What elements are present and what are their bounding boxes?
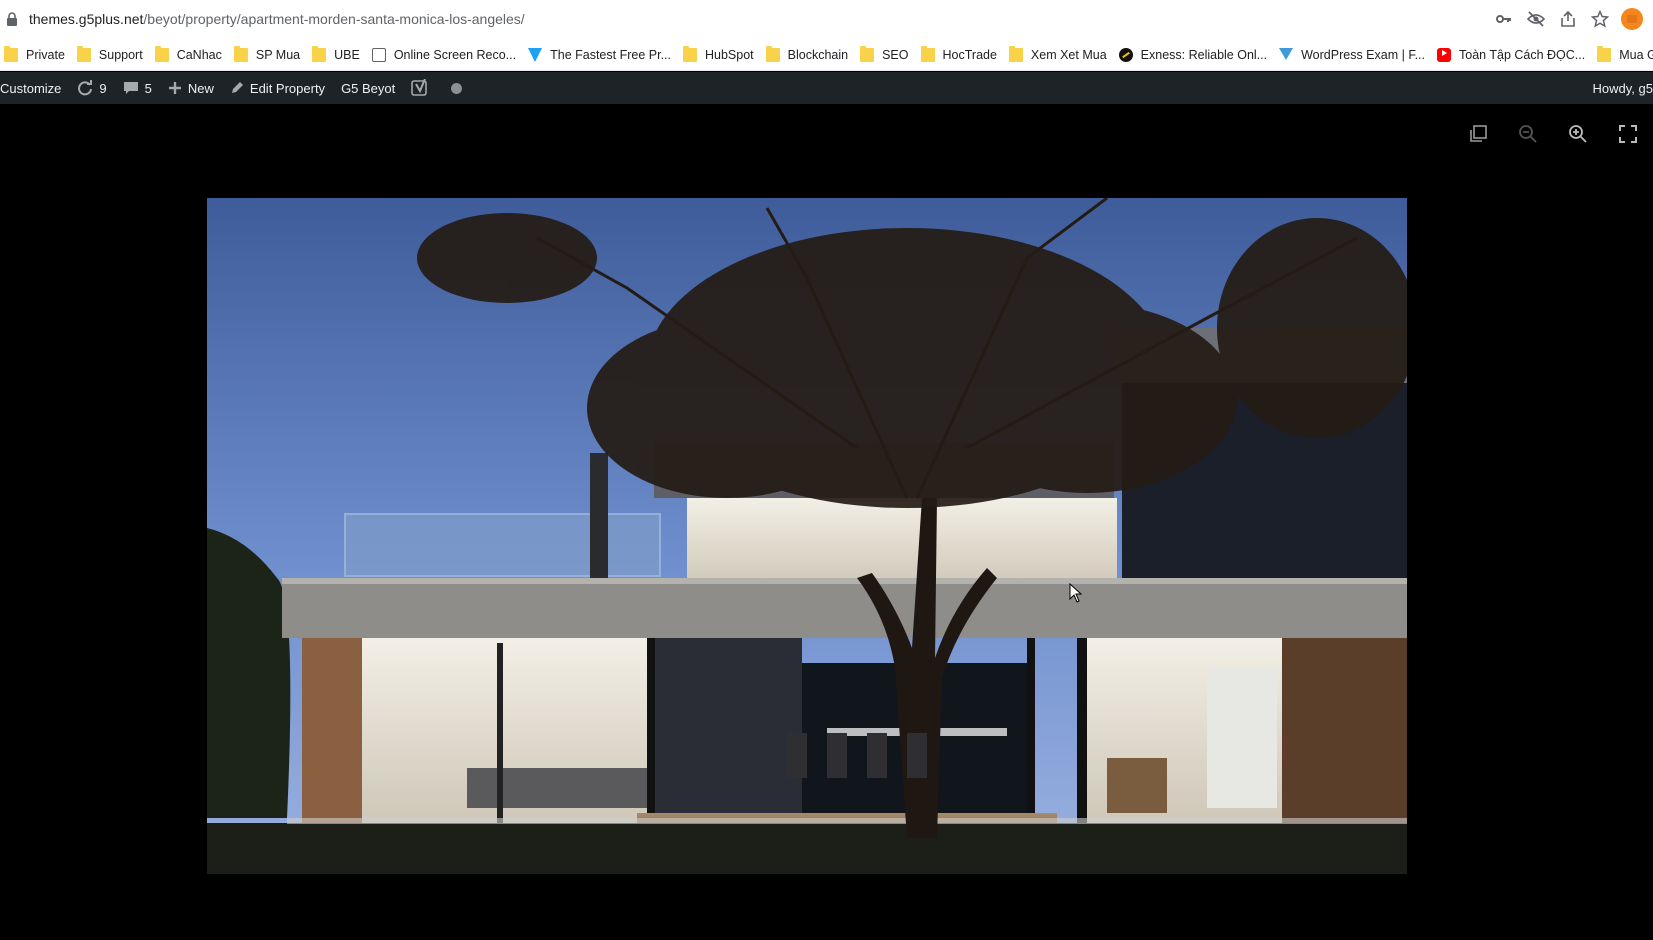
address-bar[interactable]: themes.g5plus.net/beyot/property/apartme…	[0, 0, 1653, 40]
bookmark-item[interactable]: Online Screen Reco...	[368, 42, 524, 68]
bookmark-item[interactable]: Toàn Tập Cách ĐỌC...	[1433, 42, 1593, 68]
bookmarks-bar: Private Support CaNhac SP Mua UBE Online Scre…	[0, 40, 1653, 71]
bookmark-item[interactable]: Blockchain	[762, 42, 856, 68]
yoast-icon	[411, 79, 428, 96]
edit-property-label: Edit Property	[249, 80, 326, 96]
pencil-icon	[231, 82, 243, 93]
metamask-fox-icon[interactable]	[1619, 6, 1645, 32]
lock-icon[interactable]	[6, 12, 18, 26]
folder-icon	[920, 46, 935, 62]
bookmark-label: Toàn Tập Cách ĐỌC...	[1459, 48, 1586, 62]
bookmark-label: HubSpot	[704, 48, 754, 62]
monitor-icon	[371, 48, 386, 62]
updates-count: 9	[99, 80, 107, 96]
mouse-cursor-icon	[1069, 583, 1083, 603]
property-photo[interactable]	[207, 198, 1407, 874]
folder-icon	[1597, 46, 1612, 62]
updates-link[interactable]: 9	[69, 72, 114, 104]
bookmark-label: The Fastest Free Pr...	[550, 48, 671, 62]
site-name-link[interactable]: G5 Beyot	[333, 72, 403, 104]
bookmark-item[interactable]: SEO	[856, 42, 916, 68]
bookmark-label: Exness: Reliable Onl...	[1140, 48, 1268, 62]
zoom-out-icon	[1519, 125, 1537, 143]
bookmark-item[interactable]: HubSpot	[679, 42, 762, 68]
folder-icon	[312, 46, 327, 62]
bookmark-label: UBE	[334, 48, 360, 62]
folder-icon	[76, 46, 91, 62]
folder-icon	[860, 46, 875, 62]
url-path: /beyot/property/apartment-morden-santa-m…	[143, 11, 525, 27]
zoom-in-button[interactable]	[1553, 112, 1603, 156]
share-icon[interactable]	[1555, 6, 1581, 32]
bookmark-label: Mua G	[1619, 48, 1653, 62]
site-name-label: G5 Beyot	[341, 80, 396, 96]
bookmark-label: Online Screen Reco...	[393, 48, 517, 62]
howdy-label: Howdy, g5	[1592, 80, 1653, 96]
bookmark-item[interactable]: Mua G	[1593, 42, 1653, 68]
bookmark-label: SEO	[882, 48, 909, 62]
zoom-out-button[interactable]	[1503, 112, 1553, 156]
url-text[interactable]: themes.g5plus.net/beyot/property/apartme…	[29, 11, 525, 27]
bookmark-label: Blockchain	[787, 48, 849, 62]
copy-button[interactable]	[1453, 112, 1503, 156]
copy-icon	[1470, 125, 1487, 142]
fullscreen-icon	[1619, 125, 1637, 143]
folder-icon	[682, 46, 697, 62]
bookmark-label: SP Mua	[255, 48, 301, 62]
bookmark-item[interactable]: HocTrade	[917, 42, 1005, 68]
key-icon[interactable]	[1491, 6, 1517, 32]
customize-label: Customize	[0, 80, 62, 96]
eye-off-icon[interactable]	[1523, 6, 1549, 32]
comment-icon	[123, 82, 138, 94]
customize-link[interactable]: Customize	[0, 72, 69, 104]
fullscreen-button[interactable]	[1603, 112, 1653, 156]
folder-icon	[1008, 46, 1023, 62]
account-menu[interactable]: Howdy, g5	[1593, 72, 1653, 104]
yt-icon	[1437, 48, 1451, 62]
seo-status-dot[interactable]	[443, 72, 470, 104]
bookmark-label: Support	[98, 48, 143, 62]
new-content-link[interactable]: New	[160, 72, 222, 104]
bookmark-label: WordPress Exam | F...	[1301, 48, 1425, 62]
plus-icon	[168, 82, 181, 94]
bookmark-item[interactable]: Exness: Reliable Onl...	[1115, 42, 1275, 68]
bookmark-item[interactable]: WordPress Exam | F...	[1275, 42, 1433, 68]
bookmark-item[interactable]: The Fastest Free Pr...	[524, 42, 679, 68]
house-illustration	[207, 198, 1407, 874]
bookmark-label: HocTrade	[942, 48, 997, 62]
bookmark-item[interactable]: SP Mua	[230, 42, 308, 68]
updates-icon	[78, 80, 93, 96]
folder-icon	[765, 46, 780, 62]
wp-admin-bar: Customize 9 5 New Edit Property G5 Beyot…	[0, 72, 1653, 104]
zoom-in-icon	[1569, 125, 1587, 143]
exness-icon	[1118, 48, 1133, 62]
bookmark-label: Xem Xet Mua	[1030, 48, 1107, 62]
vtri-icon	[528, 48, 543, 62]
bookmark-label: CaNhac	[176, 48, 222, 62]
bookmark-item[interactable]: Private	[0, 42, 73, 68]
status-dot	[451, 82, 463, 94]
folder-icon	[4, 46, 18, 62]
edit-property-link[interactable]: Edit Property	[222, 72, 333, 104]
bookmark-item[interactable]: Xem Xet Mua	[1005, 42, 1115, 68]
image-lightbox	[0, 104, 1653, 940]
bookmark-item[interactable]: Support	[73, 42, 151, 68]
yoast-seo-menu[interactable]	[403, 72, 443, 104]
bookmark-item[interactable]: UBE	[308, 42, 368, 68]
comments-link[interactable]: 5	[115, 72, 160, 104]
url-host: themes.g5plus.net	[29, 11, 144, 27]
bookmark-item[interactable]: CaNhac	[151, 42, 230, 68]
bookmark-label: Private	[26, 48, 65, 62]
new-label: New	[187, 80, 214, 96]
folder-icon	[233, 46, 248, 62]
folder-icon	[154, 46, 169, 62]
wp-icon	[1279, 48, 1294, 62]
comments-count: 5	[144, 80, 152, 96]
star-icon[interactable]	[1587, 6, 1613, 32]
lightbox-toolbar	[1453, 112, 1653, 156]
